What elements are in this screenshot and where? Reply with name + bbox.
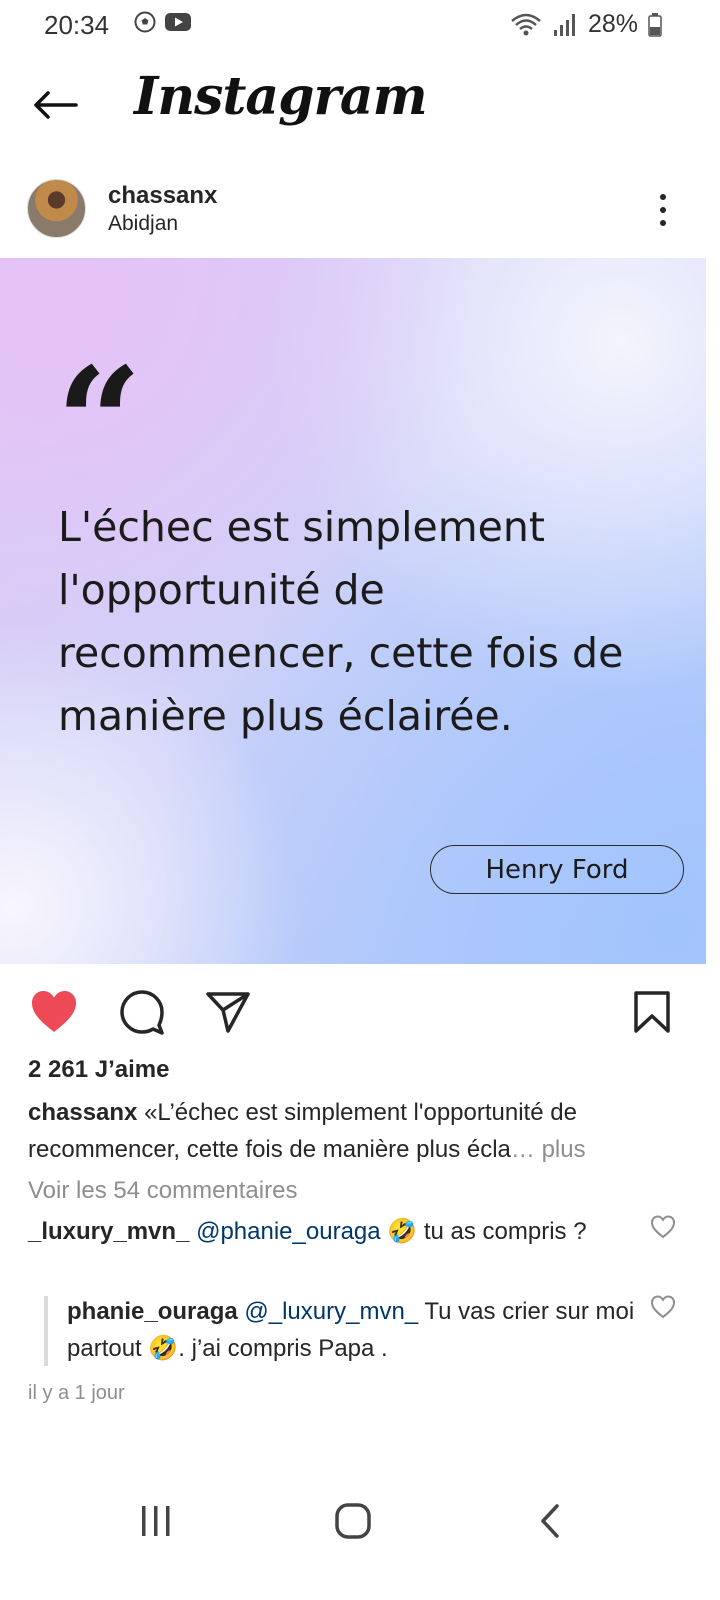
more-dot bbox=[660, 220, 666, 226]
status-notification-icons bbox=[134, 11, 192, 33]
caption-username[interactable]: chassanx bbox=[28, 1099, 137, 1126]
home-button[interactable] bbox=[323, 1496, 383, 1546]
comment-username[interactable]: _luxury_mvn_ bbox=[28, 1218, 189, 1245]
youtube-icon bbox=[165, 13, 191, 31]
heart-outline-icon[interactable] bbox=[650, 1295, 676, 1319]
like-button[interactable] bbox=[28, 986, 80, 1038]
comment-emoji: 🤣 bbox=[148, 1335, 179, 1362]
reply-thread-line bbox=[44, 1296, 48, 1366]
recent-apps-icon bbox=[142, 1506, 170, 1536]
status-system-icons: 28% bbox=[510, 10, 662, 39]
system-back-button[interactable] bbox=[520, 1496, 580, 1546]
wifi-icon bbox=[511, 13, 541, 35]
app-header: Instagram bbox=[0, 58, 720, 148]
football-icon bbox=[134, 11, 156, 33]
post-timestamp: il y a 1 jour bbox=[28, 1382, 125, 1404]
comment-emoji: 🤣 bbox=[387, 1218, 418, 1245]
more-options-button[interactable] bbox=[648, 190, 678, 230]
battery-percent: 28% bbox=[587, 10, 638, 38]
comment-mention[interactable]: @_luxury_mvn_ bbox=[244, 1298, 418, 1325]
status-bar: 20:34 28% bbox=[0, 0, 720, 50]
system-nav-bar bbox=[0, 1480, 720, 1560]
post-username[interactable]: chassanx bbox=[108, 182, 217, 210]
post-header: chassanx Abidjan bbox=[0, 170, 720, 258]
comment-mention[interactable]: @phanie_ouraga bbox=[196, 1218, 381, 1245]
back-button[interactable] bbox=[30, 82, 80, 128]
comment-username[interactable]: phanie_ouraga bbox=[67, 1298, 238, 1325]
recent-apps-button[interactable] bbox=[126, 1496, 186, 1546]
more-dots-icon bbox=[660, 194, 666, 200]
comment-item: _luxury_mvn_ @phanie_ouraga 🤣 tu as comp… bbox=[28, 1213, 628, 1250]
author-badge: Henry Ford bbox=[430, 845, 684, 894]
post-action-bar bbox=[0, 980, 720, 1042]
arrow-left-icon bbox=[34, 91, 78, 119]
save-button[interactable] bbox=[626, 986, 678, 1038]
instagram-logo: Instagram bbox=[134, 66, 428, 127]
signal-icon bbox=[553, 13, 575, 36]
heart-outline-icon[interactable] bbox=[650, 1215, 676, 1239]
chevron-left-icon bbox=[541, 1504, 559, 1538]
caption-more-link[interactable]: plus bbox=[542, 1136, 586, 1163]
post-location[interactable]: Abidjan bbox=[108, 212, 178, 236]
post-image[interactable]: “ L'échec est simplement l'opportunité d… bbox=[0, 258, 706, 964]
heart-filled-icon bbox=[32, 991, 76, 1032]
comment-text-end: . j’ai compris Papa . bbox=[178, 1335, 388, 1362]
quote-text: L'échec est simplement l'opportunité de … bbox=[58, 503, 624, 740]
send-icon bbox=[206, 992, 250, 1033]
quote-mark: “ bbox=[56, 335, 142, 511]
more-dot bbox=[660, 207, 666, 213]
likes-count[interactable]: 2 261 J’aime bbox=[28, 1056, 169, 1084]
view-comments-link[interactable]: Voir les 54 commentaires bbox=[28, 1177, 297, 1205]
share-button[interactable] bbox=[202, 986, 254, 1038]
comment-icon bbox=[120, 990, 164, 1035]
comment-text: tu as compris ? bbox=[423, 1218, 587, 1245]
post-caption: chassanx «L’échec est simplement l'oppor… bbox=[28, 1094, 688, 1168]
battery-icon bbox=[648, 12, 662, 37]
bookmark-icon bbox=[634, 991, 670, 1033]
home-icon bbox=[335, 1503, 371, 1539]
caption-ellipsis: … bbox=[510, 1136, 535, 1163]
comment-reply-item: phanie_ouraga @_luxury_mvn_ Tu vas crier… bbox=[67, 1293, 637, 1367]
avatar[interactable] bbox=[27, 179, 86, 238]
status-time: 20:34 bbox=[44, 10, 110, 40]
comment-button[interactable] bbox=[116, 986, 168, 1038]
